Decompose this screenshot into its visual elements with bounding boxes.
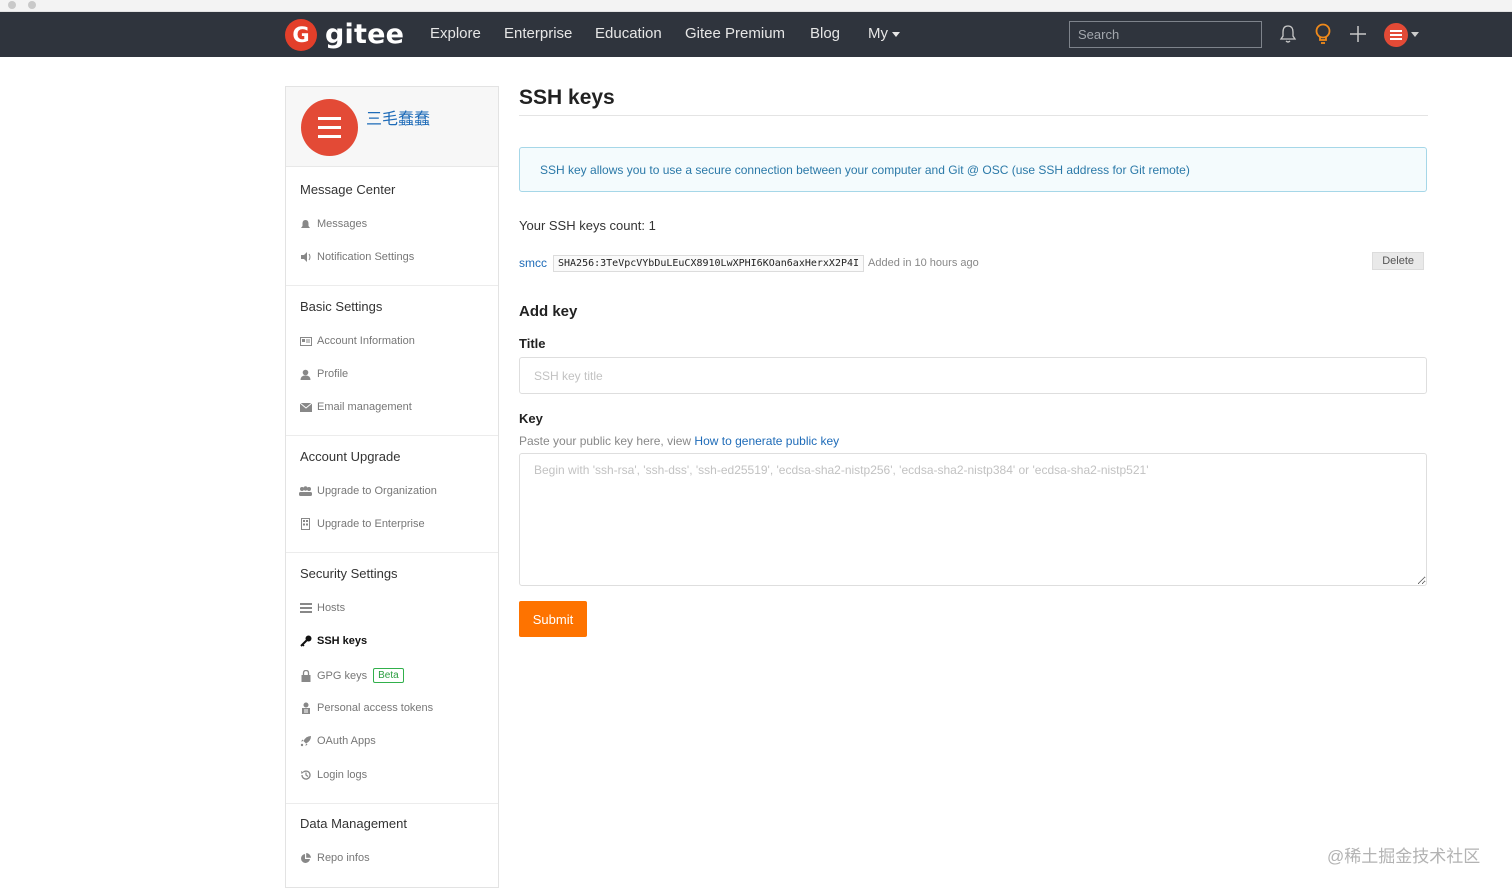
bell-icon (299, 218, 312, 230)
nav-my-dropdown[interactable]: My (868, 25, 900, 42)
submit-button[interactable]: Submit (519, 601, 587, 637)
ssh-key-fingerprint: SHA256:3TeVpcVYbDuLEuCX8910LwXPHI6KOan6a… (553, 254, 865, 272)
nav-enterprise[interactable]: Enterprise (504, 25, 572, 42)
sidebar-item-profile[interactable]: Profile (299, 368, 348, 380)
speaker-icon (299, 251, 312, 263)
key-help-text: Paste your public key here, view How to … (519, 434, 839, 448)
sidebar-divider (286, 285, 498, 286)
sidebar-divider (286, 435, 498, 436)
gitee-logo-icon: G (285, 18, 317, 51)
sidebar-item-messages[interactable]: Messages (299, 218, 367, 230)
top-navbar: G gitee Explore Enterprise Education Git… (0, 12, 1512, 57)
how-to-generate-link[interactable]: How to generate public key (694, 434, 839, 448)
browser-back-icon[interactable] (8, 1, 16, 9)
sidebar-item-notification-settings[interactable]: Notification Settings (299, 251, 414, 263)
ssh-key-added-time: Added in 10 hours ago (868, 257, 979, 269)
section-account-upgrade: Account Upgrade (300, 449, 401, 464)
avatar-chevron-down-icon[interactable] (1411, 32, 1419, 37)
nav-gitee-premium[interactable]: Gitee Premium (685, 25, 785, 42)
nav-my-label: My (868, 25, 888, 42)
envelope-icon (299, 401, 312, 413)
lightbulb-icon[interactable] (1311, 22, 1335, 46)
sidebar-divider (286, 552, 498, 553)
ssh-key-name[interactable]: smcc (519, 256, 547, 270)
section-security-settings: Security Settings (300, 566, 398, 581)
gitee-logo-text: gitee (325, 19, 405, 50)
sidebar-item-hosts[interactable]: Hosts (299, 602, 345, 614)
delete-key-button[interactable]: Delete (1372, 252, 1424, 270)
nav-explore[interactable]: Explore (430, 25, 481, 42)
pie-chart-icon (299, 852, 312, 864)
beta-badge: Beta (373, 668, 404, 683)
sidebar-item-upgrade-to-organization[interactable]: Upgrade to Organization (299, 485, 437, 497)
juejin-watermark: @稀土掘金技术社区 (1327, 847, 1481, 866)
building-icon (299, 518, 312, 530)
gitee-logo[interactable]: G gitee (285, 18, 404, 51)
ssh-key-count: Your SSH keys count: 1 (519, 218, 656, 233)
key-help-prefix: Paste your public key here, view (519, 434, 695, 448)
sidebar-item-account-information[interactable]: Account Information (299, 335, 415, 347)
plus-icon[interactable] (1346, 22, 1370, 46)
group-icon (299, 485, 312, 497)
profile-username[interactable]: 三毛蠢蠢 (366, 105, 430, 129)
chevron-down-icon (892, 31, 900, 37)
sidebar-item-ssh-keys[interactable]: SSH keys (299, 635, 367, 647)
id-card-icon (299, 335, 312, 347)
title-divider (519, 115, 1428, 116)
token-icon (299, 702, 312, 714)
section-message-center: Message Center (300, 182, 396, 197)
sidebar-item-gpg-keys[interactable]: GPG keys Beta (299, 668, 404, 683)
sidebar-item-upgrade-to-enterprise[interactable]: Upgrade to Enterprise (299, 518, 425, 530)
user-icon (299, 368, 312, 380)
ssh-info-alert: SSH key allows you to use a secure conne… (519, 147, 1427, 192)
sidebar-item-email-management[interactable]: Email management (299, 401, 412, 413)
section-basic-settings: Basic Settings (300, 299, 383, 314)
history-icon (299, 769, 312, 781)
title-label: Title (519, 336, 546, 351)
settings-sidebar: 三毛蠢蠢 Message Center Messages Notificatio… (285, 86, 499, 888)
add-key-heading: Add key (519, 303, 578, 320)
profile-avatar[interactable] (301, 99, 358, 156)
sidebar-item-login-logs[interactable]: Login logs (299, 769, 367, 781)
bell-icon[interactable] (1276, 22, 1300, 46)
ssh-key-row: smcc SHA256:3TeVpcVYbDuLEuCX8910LwXPHI6K… (519, 252, 1427, 273)
sidebar-divider (286, 803, 498, 804)
rocket-icon (299, 735, 312, 747)
key-label: Key (519, 411, 543, 426)
list-icon (299, 602, 312, 614)
browser-reload-icon[interactable] (28, 1, 36, 9)
sidebar-item-oauth-apps[interactable]: OAuth Apps (299, 735, 376, 747)
section-data-management: Data Management (300, 816, 407, 831)
page-title: SSH keys (519, 86, 615, 109)
search-input[interactable] (1069, 21, 1262, 48)
ssh-key-title-input[interactable] (519, 357, 1427, 394)
ssh-key-textarea[interactable] (519, 453, 1427, 586)
ssh-info-text: SSH key allows you to use a secure conne… (540, 162, 1190, 177)
lock-icon (299, 669, 312, 682)
browser-chrome-strip (0, 0, 1512, 12)
nav-education[interactable]: Education (595, 25, 662, 42)
profile-block: 三毛蠢蠢 (286, 87, 498, 167)
sidebar-item-repo-infos[interactable]: Repo infos (299, 852, 370, 864)
user-avatar[interactable] (1384, 23, 1408, 47)
nav-blog[interactable]: Blog (810, 25, 840, 42)
sidebar-item-personal-access-tokens[interactable]: Personal access tokens (299, 702, 433, 714)
key-icon (299, 635, 312, 647)
